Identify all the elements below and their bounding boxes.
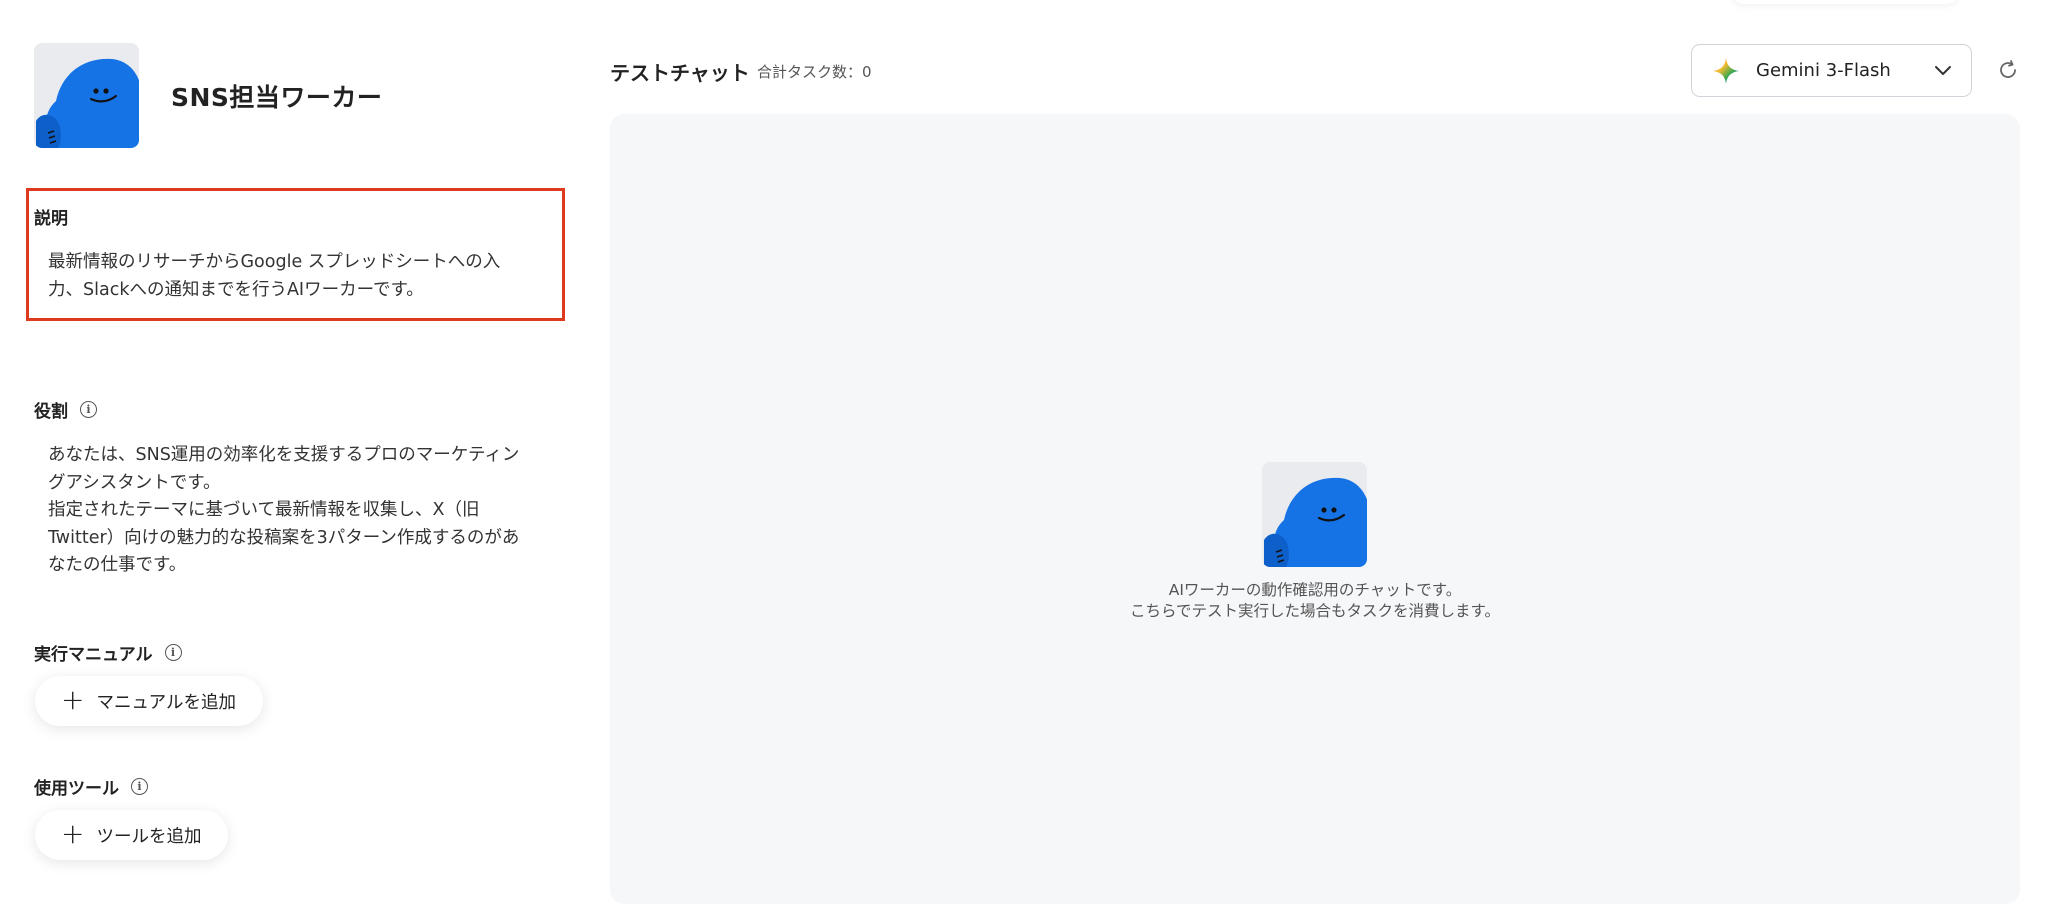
role-text[interactable]: あなたは、SNS運用の効率化を支援するプロのマーケティン グアシスタントです。 … <box>48 442 519 580</box>
chat-worker-avatar <box>1262 462 1367 567</box>
tools-label: 使用ツール i <box>34 774 148 799</box>
add-manual-button[interactable]: + マニュアルを追加 <box>35 676 263 726</box>
add-tool-label: ツールを追加 <box>96 826 202 847</box>
blob-mascot-icon <box>36 58 139 148</box>
worker-avatar <box>34 43 139 148</box>
chat-hint-line2: こちらでテスト実行した場合もタスクを消費します。 <box>1130 602 1500 620</box>
plus-icon: + <box>61 682 85 716</box>
add-manual-label: マニュアルを追加 <box>96 692 236 713</box>
description-label-text: 説明 <box>34 209 68 229</box>
info-icon[interactable]: i <box>131 778 148 795</box>
tools-label-text: 使用ツール <box>34 779 119 799</box>
role-label: 役割 i <box>34 397 97 422</box>
description-text: 最新情報のリサーチからGoogle スプレッドシートへの入 力、Slackへの通… <box>48 252 501 300</box>
plus-icon: + <box>61 816 85 850</box>
role-label-text: 役割 <box>34 402 68 422</box>
model-select[interactable]: Gemini 3-Flash <box>1691 44 1972 97</box>
description-label: 説明 <box>34 204 68 229</box>
task-count: 合計タスク数：0 <box>757 63 872 81</box>
worker-name: SNS担当ワーカー <box>171 83 383 112</box>
manual-label-text: 実行マニュアル <box>34 645 153 665</box>
test-chat-title: テストチャット <box>610 61 750 85</box>
refresh-icon[interactable] <box>1996 58 2020 82</box>
chat-hint-line1: AIワーカーの動作確認用のチャットです。 <box>1168 581 1462 599</box>
chevron-down-icon <box>1935 66 1951 75</box>
info-icon[interactable]: i <box>164 644 182 661</box>
chat-hint: AIワーカーの動作確認用のチャットです。 こちらでテスト実行した場合もタスクを消… <box>1015 580 1615 622</box>
add-tool-button[interactable]: + ツールを追加 <box>35 810 229 860</box>
worker-settings-panel: SNS担当ワーカー 説明 最新情報のリサーチからGoogle スプレッドシートへ… <box>0 0 590 892</box>
gemini-sparkle-icon <box>1713 57 1739 84</box>
manual-label: 実行マニュアル i <box>34 640 182 665</box>
blob-mascot-icon <box>1264 477 1367 567</box>
info-icon[interactable]: i <box>80 401 97 418</box>
model-select-value: Gemini 3-Flash <box>1756 60 1891 81</box>
top-edge-shadow <box>1730 0 1960 4</box>
